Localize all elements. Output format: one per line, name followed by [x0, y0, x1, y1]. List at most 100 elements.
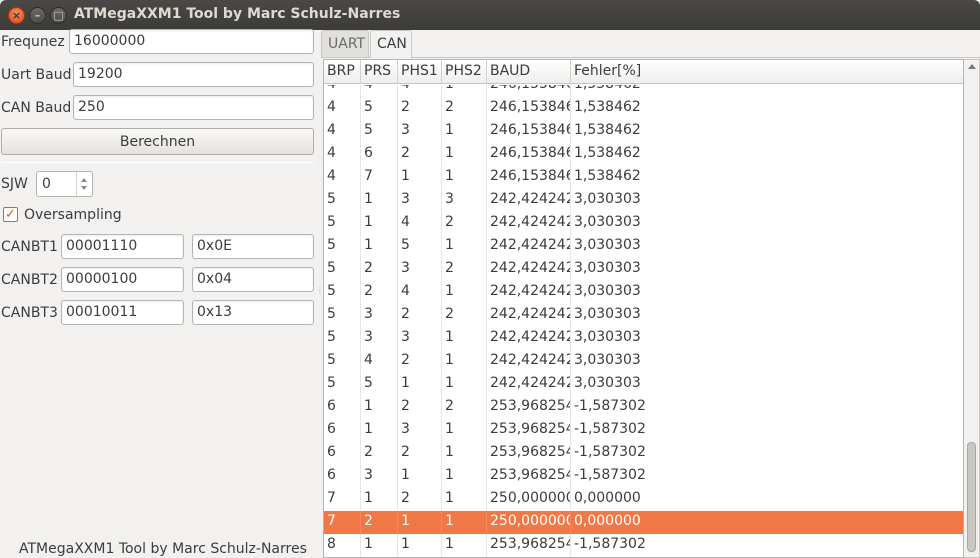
oversampling-checkbox[interactable]: ✓: [3, 207, 18, 222]
cell-error: 1,538462: [574, 168, 641, 184]
cell-error: 3,030303: [574, 375, 641, 391]
minimize-window-icon[interactable]: –: [29, 7, 46, 24]
scroll-up-icon[interactable]: [968, 64, 976, 69]
cell-phs1: 2: [398, 304, 442, 327]
cell-phs1: 5: [398, 235, 442, 258]
cell-phs2: 1: [442, 281, 487, 304]
cell-phs2: 3: [442, 189, 487, 212]
separator: [1, 162, 314, 163]
canbt3-binary-field[interactable]: 00010011: [61, 300, 184, 325]
cell-brp: 6: [324, 465, 361, 488]
frequency-input[interactable]: 16000000: [69, 29, 314, 54]
table-row[interactable]: 4 5 3 1 246,153846 1,538462: [324, 120, 963, 143]
table-row[interactable]: 4 6 2 1 246,153846 1,538462: [324, 143, 963, 166]
cell-prs: 7: [361, 166, 398, 189]
cell-brp: 5: [324, 281, 361, 304]
cell-prs: 3: [361, 327, 398, 350]
canbt3-label: CANBT3: [1, 305, 58, 321]
cell-phs1: 1: [398, 511, 442, 534]
table-row[interactable]: 4441246,1538461,538462: [324, 85, 963, 97]
cell-phs2: 1: [442, 85, 487, 97]
cell-error: 3,030303: [574, 329, 641, 345]
cell-error: 0,000000: [574, 513, 641, 529]
column-header-error[interactable]: Fehler[%]: [571, 60, 963, 84]
canbt1-label: CANBT1: [1, 239, 58, 255]
table-row[interactable]: 5 5 1 1 242,424242 3,030303: [324, 373, 963, 396]
cell-baud: 242,424242: [487, 281, 571, 304]
spin-arrows[interactable]: [76, 172, 92, 196]
cell-prs: 6: [361, 143, 398, 166]
cell-phs1: 2: [398, 97, 442, 120]
cell-phs1: 1: [398, 166, 442, 189]
table-row[interactable]: 6 1 3 1 253,968254 -1,587302: [324, 419, 963, 442]
tab-can[interactable]: CAN: [370, 30, 412, 58]
spin-up-icon[interactable]: [81, 178, 87, 182]
scrollbar-thumb[interactable]: [967, 442, 976, 552]
uart-baud-input[interactable]: 19200: [73, 62, 314, 87]
canbt3-hex-field[interactable]: 0x13: [192, 300, 314, 325]
cell-baud: 253,968254: [487, 396, 571, 419]
cell-brp: 7: [324, 488, 361, 511]
cell-phs1: 2: [398, 442, 442, 465]
table-row[interactable]: 5 2 3 2 242,424242 3,030303: [324, 258, 963, 281]
cell-phs2: 1: [442, 235, 487, 258]
column-header-baud[interactable]: BAUD: [487, 60, 571, 84]
tab-uart[interactable]: UART: [321, 30, 369, 57]
cell-error: -1,587302: [574, 421, 646, 437]
cell-prs: 2: [361, 258, 398, 281]
table-row[interactable]: 8 1 1 1 253,968254 -1,587302: [324, 534, 963, 557]
cell-phs2: 2: [442, 304, 487, 327]
table-row[interactable]: 5 4 2 1 242,424242 3,030303: [324, 350, 963, 373]
cell-brp: 5: [324, 189, 361, 212]
cell-phs1: 3: [398, 258, 442, 281]
table-row[interactable]: 4 5 2 2 246,153846 1,538462: [324, 97, 963, 120]
canbt2-hex-field[interactable]: 0x04: [192, 267, 314, 292]
maximize-window-icon[interactable]: □: [50, 7, 67, 24]
splitter-handle[interactable]: ⋮: [316, 286, 324, 296]
table-row[interactable]: 4 7 1 1 246,153846 1,538462: [324, 166, 963, 189]
cell-phs2: 1: [442, 350, 487, 373]
cell-error: 3,030303: [574, 191, 641, 207]
table-row[interactable]: 7 1 2 1 250,000000 0,000000: [324, 488, 963, 511]
cell-phs1: 1: [398, 465, 442, 488]
table-row[interactable]: 5 1 4 2 242,424242 3,030303: [324, 212, 963, 235]
canbt2-binary-field[interactable]: 00000100: [61, 267, 184, 292]
sjw-spinbox[interactable]: 0: [36, 171, 93, 197]
can-results-table[interactable]: BRP PRS PHS1 PHS2 BAUD Fehler[%] 4441246…: [323, 59, 964, 558]
table-row[interactable]: 5 1 3 3 242,424242 3,030303: [324, 189, 963, 212]
table-row[interactable]: 6 1 2 2 253,968254 -1,587302: [324, 396, 963, 419]
cell-baud: 246,153846: [487, 120, 571, 143]
table-row[interactable]: 5 3 3 1 242,424242 3,030303: [324, 327, 963, 350]
table-row[interactable]: 5 1 5 1 242,424242 3,030303: [324, 235, 963, 258]
canbt1-hex-field[interactable]: 0x0E: [192, 234, 314, 259]
cell-baud: 242,424242: [487, 189, 571, 212]
spin-down-icon[interactable]: [81, 186, 87, 190]
table-row[interactable]: 6 3 1 1 253,968254 -1,587302: [324, 465, 963, 488]
can-baud-input[interactable]: 250: [73, 95, 314, 120]
column-header-phs1[interactable]: PHS1: [398, 60, 442, 84]
table-row-selected[interactable]: 7 2 1 1 250,000000 0,000000: [324, 511, 963, 534]
cell-error: 3,030303: [574, 260, 641, 276]
vertical-scrollbar[interactable]: [964, 59, 980, 558]
cell-brp: 5: [324, 258, 361, 281]
cell-baud: 242,424242: [487, 350, 571, 373]
table-row[interactable]: 6 2 2 1 253,968254 -1,587302: [324, 442, 963, 465]
sjw-value: 0: [42, 176, 51, 192]
cell-baud: 253,968254: [487, 465, 571, 488]
column-header-prs[interactable]: PRS: [361, 60, 398, 84]
cell-phs1: 4: [398, 85, 442, 97]
cell-error: 1,538462: [574, 122, 641, 138]
table-row[interactable]: 5 3 2 2 242,424242 3,030303: [324, 304, 963, 327]
column-header-phs2[interactable]: PHS2: [442, 60, 487, 84]
cell-baud: 242,424242: [487, 304, 571, 327]
close-window-icon[interactable]: ×: [8, 7, 25, 24]
table-header: BRP PRS PHS1 PHS2 BAUD Fehler[%]: [324, 60, 963, 84]
table-row[interactable]: 5 2 4 1 242,424242 3,030303: [324, 281, 963, 304]
cell-baud: 242,424242: [487, 373, 571, 396]
table-rows: 4441246,1538461,5384624522246,1538461,53…: [324, 85, 963, 557]
column-header-brp[interactable]: BRP: [324, 60, 361, 84]
canbt1-binary-field[interactable]: 00001110: [61, 234, 184, 259]
calculate-button[interactable]: Berechnen: [1, 128, 314, 155]
window-title: ATMegaXXM1 Tool by Marc Schulz-Narres: [74, 6, 401, 22]
cell-brp: 4: [324, 85, 361, 97]
